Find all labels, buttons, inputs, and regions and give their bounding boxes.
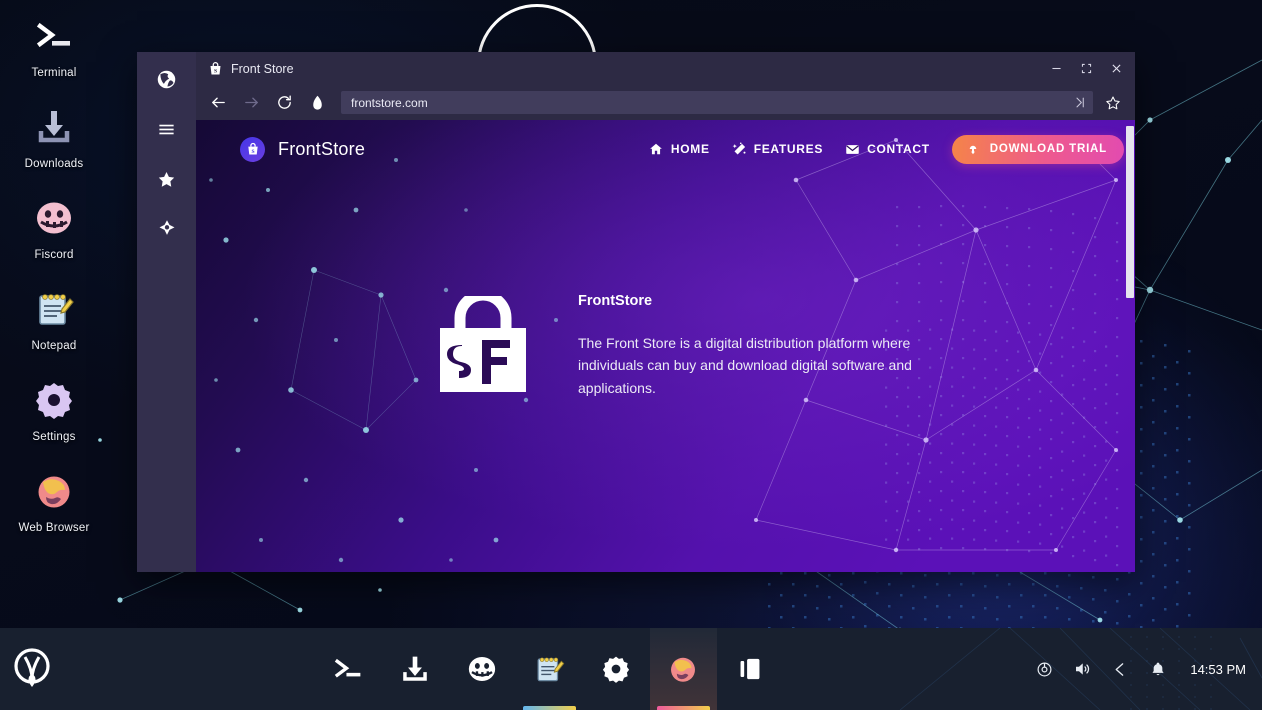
hero-section: FrontStore The Front Store is a digital … bbox=[196, 120, 1135, 572]
browser-main: S Front Store frontstore.com S FrontStor… bbox=[196, 52, 1135, 572]
desktop-icon-notepad[interactable]: Notepad bbox=[4, 285, 104, 352]
close-button[interactable] bbox=[1101, 56, 1131, 82]
star-icon[interactable] bbox=[154, 166, 180, 192]
envelope-icon bbox=[845, 142, 860, 157]
page-scrollbar[interactable] bbox=[1126, 122, 1134, 570]
desktop-icon-label: Downloads bbox=[24, 158, 84, 170]
svg-text:S: S bbox=[213, 68, 216, 74]
taskbar-app-terminal[interactable] bbox=[315, 628, 382, 710]
tab-title: Front Store bbox=[231, 61, 294, 76]
gear-icon bbox=[30, 376, 78, 424]
notepad-icon bbox=[30, 285, 78, 333]
download-icon bbox=[397, 651, 433, 687]
nav-item-features[interactable]: FEATURES bbox=[732, 141, 824, 157]
hero-title: FrontStore bbox=[578, 293, 653, 310]
desktop-icon-web-browser[interactable]: Web Browser bbox=[4, 467, 104, 534]
cta-label: DOWNLOAD TRIAL bbox=[989, 143, 1107, 155]
notepad-icon bbox=[531, 651, 567, 687]
address-bar[interactable]: frontstore.com bbox=[341, 91, 1093, 114]
desktop-icon-downloads[interactable]: Downloads bbox=[4, 103, 104, 170]
taskbar-app-list bbox=[315, 628, 784, 710]
desktop-icon-settings[interactable]: Settings bbox=[4, 376, 104, 443]
desktop-icon-label: Terminal bbox=[31, 67, 77, 79]
window-controls bbox=[1041, 56, 1131, 82]
clock[interactable]: 14:53 PM bbox=[1190, 662, 1246, 677]
taskbar-active-indicator bbox=[522, 706, 576, 710]
site-header: S FrontStore HOME FEATURES CONTACT DOWNL… bbox=[196, 120, 1135, 178]
taskbar-app-window-switcher[interactable] bbox=[717, 628, 784, 710]
desktop-icon-fiscord[interactable]: Fiscord bbox=[4, 194, 104, 261]
maximize-button[interactable] bbox=[1071, 56, 1101, 82]
desktop: Terminal Downloads Fiscord Notepad Setti… bbox=[0, 0, 1262, 710]
browser-titlebar[interactable]: S Front Store bbox=[196, 52, 1135, 85]
desktop-icon-label: Fiscord bbox=[34, 249, 74, 261]
bell-icon[interactable] bbox=[1148, 659, 1168, 679]
desktop-icon-label: Notepad bbox=[31, 340, 77, 352]
desktop-icon-terminal[interactable]: Terminal bbox=[4, 12, 104, 79]
browser-toolbar: frontstore.com bbox=[196, 85, 1135, 120]
panels-icon bbox=[732, 651, 768, 687]
gear-icon bbox=[598, 651, 634, 687]
taskbar: 14:53 PM bbox=[0, 628, 1262, 710]
house-icon bbox=[649, 142, 664, 157]
system-tray: 14:53 PM bbox=[1034, 659, 1246, 679]
taskbar-app-downloads[interactable] bbox=[382, 628, 449, 710]
sparkle-icon bbox=[732, 141, 747, 157]
disc-icon[interactable] bbox=[1034, 659, 1054, 679]
nav-label: FEATURES bbox=[753, 142, 824, 156]
page-viewport[interactable]: S FrontStore HOME FEATURES CONTACT DOWNL… bbox=[196, 120, 1135, 572]
globe-icon bbox=[665, 651, 701, 687]
sidebar-globe-icon[interactable] bbox=[154, 66, 180, 92]
taskbar-app-web-browser[interactable] bbox=[649, 628, 717, 710]
fiscord-icon bbox=[30, 194, 78, 242]
bookmark-button[interactable] bbox=[1099, 89, 1127, 116]
shopping-bag-icon: S bbox=[240, 136, 265, 162]
hamburger-menu-icon[interactable] bbox=[154, 116, 180, 142]
globe-icon bbox=[30, 467, 78, 515]
browser-window[interactable]: S Front Store frontstore.com S FrontStor… bbox=[137, 52, 1135, 572]
taskbar-app-fiscord[interactable] bbox=[449, 628, 516, 710]
browser-sidebar bbox=[137, 52, 196, 572]
terminal-icon bbox=[30, 12, 78, 60]
share-icon[interactable] bbox=[1110, 659, 1130, 679]
volume-icon[interactable] bbox=[1072, 659, 1092, 679]
nav-item-contact[interactable]: CONTACT bbox=[845, 142, 930, 157]
download-trial-button[interactable]: DOWNLOAD TRIAL bbox=[951, 134, 1124, 164]
compass-icon[interactable] bbox=[154, 216, 180, 242]
fiscord-icon bbox=[464, 651, 500, 687]
forward-button[interactable] bbox=[236, 89, 267, 116]
nav-label: HOME bbox=[670, 142, 710, 156]
taskbar-app-settings[interactable] bbox=[583, 628, 650, 710]
hero-description: The Front Store is a digital distributio… bbox=[578, 335, 912, 396]
taskbar-app-notepad[interactable] bbox=[516, 628, 583, 710]
svg-text:S: S bbox=[251, 149, 254, 155]
desktop-icon-label: Web Browser bbox=[18, 522, 90, 534]
frontstore-bag-logo bbox=[434, 289, 532, 396]
shopping-bag-icon: S bbox=[207, 61, 223, 77]
desktop-icon-list: Terminal Downloads Fiscord Notepad Setti… bbox=[0, 0, 108, 534]
nav-item-home[interactable]: HOME bbox=[649, 142, 710, 157]
minimize-button[interactable] bbox=[1041, 56, 1071, 82]
download-cloud-icon bbox=[966, 142, 981, 157]
download-icon bbox=[30, 103, 78, 151]
url-text[interactable]: frontstore.com bbox=[351, 96, 1072, 110]
site-nav: HOME FEATURES CONTACT DOWNLOAD TRIAL bbox=[649, 134, 1124, 164]
reload-button[interactable] bbox=[269, 89, 300, 116]
back-button[interactable] bbox=[203, 89, 234, 116]
terminal-icon bbox=[330, 651, 366, 687]
nav-label: CONTACT bbox=[867, 142, 930, 156]
desktop-icon-label: Settings bbox=[32, 431, 76, 443]
brand-name: FrontStore bbox=[278, 138, 366, 159]
go-icon[interactable] bbox=[1072, 95, 1087, 110]
home-button[interactable] bbox=[302, 89, 333, 116]
site-brand[interactable]: S FrontStore bbox=[240, 136, 366, 162]
taskbar-active-indicator bbox=[656, 706, 710, 710]
start-button[interactable] bbox=[0, 628, 64, 710]
scrollbar-thumb[interactable] bbox=[1126, 126, 1134, 298]
hero-text: FrontStore The Front Store is a digital … bbox=[578, 293, 928, 398]
